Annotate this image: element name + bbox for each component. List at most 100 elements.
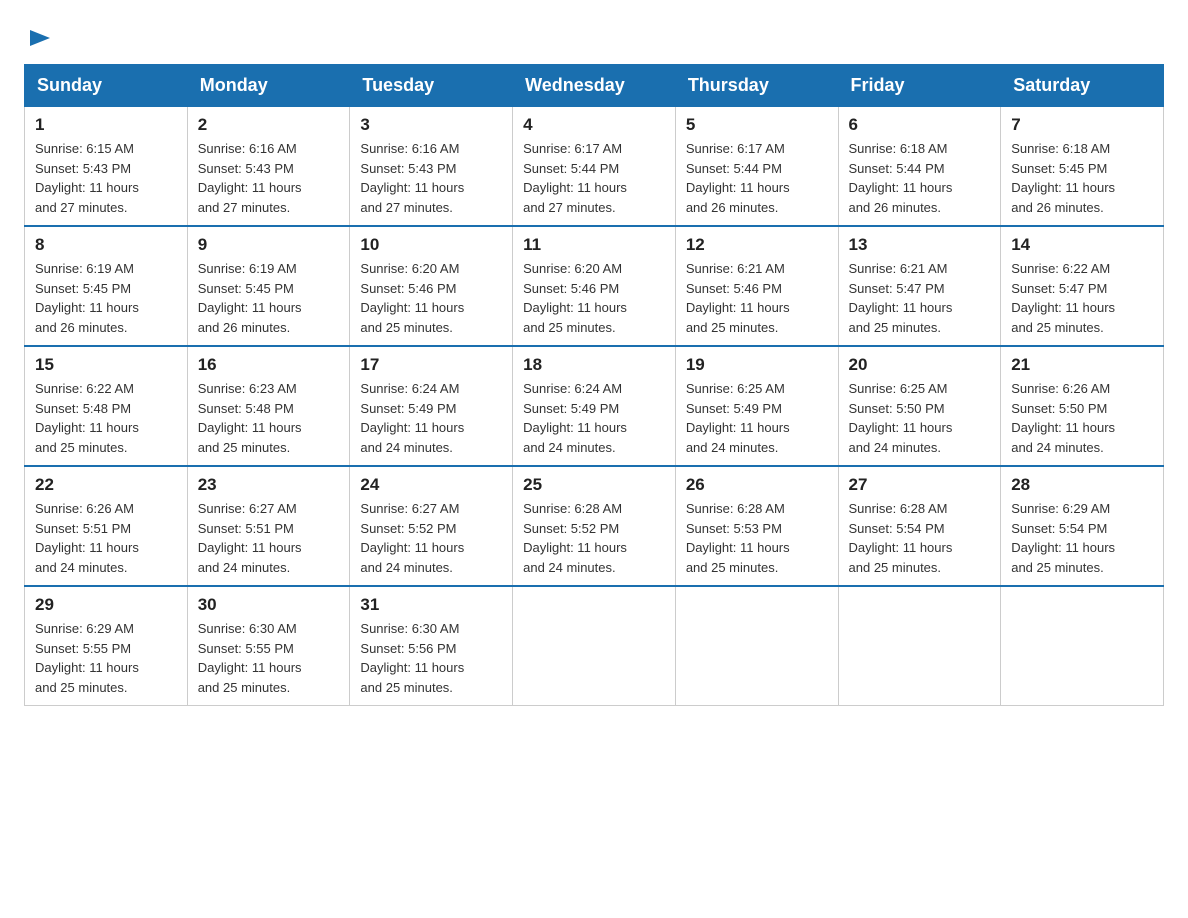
day-number: 9 xyxy=(198,235,340,255)
day-number: 22 xyxy=(35,475,177,495)
day-number: 4 xyxy=(523,115,665,135)
logo xyxy=(24,24,54,46)
day-cell: 14Sunrise: 6:22 AMSunset: 5:47 PMDayligh… xyxy=(1001,226,1164,346)
week-row-5: 29 Sunrise: 6:29 AMSunset: 5:55 PMDayligh… xyxy=(25,586,1164,706)
day-info: Sunrise: 6:30 AMSunset: 5:55 PMDaylight:… xyxy=(198,619,340,697)
day-number: 7 xyxy=(1011,115,1153,135)
logo-triangle-icon xyxy=(26,24,54,52)
week-row-1: 1Sunrise: 6:15 AMSunset: 5:43 PMDaylight… xyxy=(25,107,1164,227)
day-cell: 27 Sunrise: 6:28 AMSunset: 5:54 PMDayligh… xyxy=(838,466,1001,586)
day-info: Sunrise: 6:18 AMSunset: 5:44 PMDaylight:… xyxy=(849,139,991,217)
day-info: Sunrise: 6:26 AMSunset: 5:50 PMDaylight:… xyxy=(1011,379,1153,457)
day-info: Sunrise: 6:29 AMSunset: 5:54 PMDaylight:… xyxy=(1011,499,1153,577)
day-cell: 6Sunrise: 6:18 AMSunset: 5:44 PMDaylight… xyxy=(838,107,1001,227)
day-number: 29 xyxy=(35,595,177,615)
header-cell-thursday: Thursday xyxy=(675,65,838,107)
header-row: SundayMondayTuesdayWednesdayThursdayFrid… xyxy=(25,65,1164,107)
day-cell xyxy=(838,586,1001,706)
day-number: 27 xyxy=(849,475,991,495)
day-info: Sunrise: 6:17 AMSunset: 5:44 PMDaylight:… xyxy=(523,139,665,217)
day-cell: 26 Sunrise: 6:28 AMSunset: 5:53 PMDayligh… xyxy=(675,466,838,586)
day-info: Sunrise: 6:28 AMSunset: 5:53 PMDaylight:… xyxy=(686,499,828,577)
page-header xyxy=(24,24,1164,46)
day-info: Sunrise: 6:21 AMSunset: 5:47 PMDaylight:… xyxy=(849,259,991,337)
header-cell-tuesday: Tuesday xyxy=(350,65,513,107)
day-number: 1 xyxy=(35,115,177,135)
header-cell-saturday: Saturday xyxy=(1001,65,1164,107)
day-cell: 12 Sunrise: 6:21 AMSunset: 5:46 PMDayligh… xyxy=(675,226,838,346)
day-number: 20 xyxy=(849,355,991,375)
header-cell-monday: Monday xyxy=(187,65,350,107)
day-cell: 7Sunrise: 6:18 AMSunset: 5:45 PMDaylight… xyxy=(1001,107,1164,227)
day-info: Sunrise: 6:20 AMSunset: 5:46 PMDaylight:… xyxy=(360,259,502,337)
header-cell-wednesday: Wednesday xyxy=(513,65,676,107)
day-info: Sunrise: 6:22 AMSunset: 5:48 PMDaylight:… xyxy=(35,379,177,457)
day-cell: 13 Sunrise: 6:21 AMSunset: 5:47 PMDayligh… xyxy=(838,226,1001,346)
day-cell: 15 Sunrise: 6:22 AMSunset: 5:48 PMDayligh… xyxy=(25,346,188,466)
day-number: 30 xyxy=(198,595,340,615)
day-info: Sunrise: 6:19 AMSunset: 5:45 PMDaylight:… xyxy=(198,259,340,337)
day-number: 5 xyxy=(686,115,828,135)
day-cell: 9 Sunrise: 6:19 AMSunset: 5:45 PMDaylight… xyxy=(187,226,350,346)
day-number: 12 xyxy=(686,235,828,255)
day-number: 28 xyxy=(1011,475,1153,495)
day-number: 11 xyxy=(523,235,665,255)
calendar-body: 1Sunrise: 6:15 AMSunset: 5:43 PMDaylight… xyxy=(25,107,1164,706)
day-info: Sunrise: 6:27 AMSunset: 5:52 PMDaylight:… xyxy=(360,499,502,577)
day-cell: 22 Sunrise: 6:26 AMSunset: 5:51 PMDayligh… xyxy=(25,466,188,586)
day-info: Sunrise: 6:23 AMSunset: 5:48 PMDaylight:… xyxy=(198,379,340,457)
day-number: 8 xyxy=(35,235,177,255)
day-cell xyxy=(675,586,838,706)
day-cell: 10 Sunrise: 6:20 AMSunset: 5:46 PMDayligh… xyxy=(350,226,513,346)
calendar-header: SundayMondayTuesdayWednesdayThursdayFrid… xyxy=(25,65,1164,107)
day-number: 13 xyxy=(849,235,991,255)
day-cell: 3 Sunrise: 6:16 AMSunset: 5:43 PMDaylight… xyxy=(350,107,513,227)
day-info: Sunrise: 6:29 AMSunset: 5:55 PMDaylight:… xyxy=(35,619,177,697)
day-cell: 29 Sunrise: 6:29 AMSunset: 5:55 PMDayligh… xyxy=(25,586,188,706)
day-info: Sunrise: 6:16 AMSunset: 5:43 PMDaylight:… xyxy=(198,139,340,217)
header-cell-friday: Friday xyxy=(838,65,1001,107)
day-number: 23 xyxy=(198,475,340,495)
day-cell: 30 Sunrise: 6:30 AMSunset: 5:55 PMDayligh… xyxy=(187,586,350,706)
day-info: Sunrise: 6:17 AMSunset: 5:44 PMDaylight:… xyxy=(686,139,828,217)
day-cell: 28 Sunrise: 6:29 AMSunset: 5:54 PMDayligh… xyxy=(1001,466,1164,586)
day-cell: 23Sunrise: 6:27 AMSunset: 5:51 PMDayligh… xyxy=(187,466,350,586)
day-number: 3 xyxy=(360,115,502,135)
day-number: 2 xyxy=(198,115,340,135)
week-row-3: 15 Sunrise: 6:22 AMSunset: 5:48 PMDayligh… xyxy=(25,346,1164,466)
header-cell-sunday: Sunday xyxy=(25,65,188,107)
day-cell: 21 Sunrise: 6:26 AMSunset: 5:50 PMDayligh… xyxy=(1001,346,1164,466)
day-cell: 16 Sunrise: 6:23 AMSunset: 5:48 PMDayligh… xyxy=(187,346,350,466)
day-info: Sunrise: 6:28 AMSunset: 5:54 PMDaylight:… xyxy=(849,499,991,577)
day-cell: 1Sunrise: 6:15 AMSunset: 5:43 PMDaylight… xyxy=(25,107,188,227)
day-cell: 20Sunrise: 6:25 AMSunset: 5:50 PMDayligh… xyxy=(838,346,1001,466)
day-cell: 4 Sunrise: 6:17 AMSunset: 5:44 PMDaylight… xyxy=(513,107,676,227)
day-info: Sunrise: 6:24 AMSunset: 5:49 PMDaylight:… xyxy=(523,379,665,457)
day-info: Sunrise: 6:21 AMSunset: 5:46 PMDaylight:… xyxy=(686,259,828,337)
day-cell: 2 Sunrise: 6:16 AMSunset: 5:43 PMDaylight… xyxy=(187,107,350,227)
day-info: Sunrise: 6:19 AMSunset: 5:45 PMDaylight:… xyxy=(35,259,177,337)
week-row-2: 8 Sunrise: 6:19 AMSunset: 5:45 PMDaylight… xyxy=(25,226,1164,346)
day-cell: 19 Sunrise: 6:25 AMSunset: 5:49 PMDayligh… xyxy=(675,346,838,466)
day-cell: 25 Sunrise: 6:28 AMSunset: 5:52 PMDayligh… xyxy=(513,466,676,586)
day-number: 26 xyxy=(686,475,828,495)
day-number: 25 xyxy=(523,475,665,495)
day-number: 21 xyxy=(1011,355,1153,375)
day-cell: 24 Sunrise: 6:27 AMSunset: 5:52 PMDayligh… xyxy=(350,466,513,586)
day-info: Sunrise: 6:22 AMSunset: 5:47 PMDaylight:… xyxy=(1011,259,1153,337)
day-number: 15 xyxy=(35,355,177,375)
day-info: Sunrise: 6:20 AMSunset: 5:46 PMDaylight:… xyxy=(523,259,665,337)
day-number: 16 xyxy=(198,355,340,375)
day-info: Sunrise: 6:30 AMSunset: 5:56 PMDaylight:… xyxy=(360,619,502,697)
day-info: Sunrise: 6:25 AMSunset: 5:49 PMDaylight:… xyxy=(686,379,828,457)
day-info: Sunrise: 6:16 AMSunset: 5:43 PMDaylight:… xyxy=(360,139,502,217)
day-info: Sunrise: 6:28 AMSunset: 5:52 PMDaylight:… xyxy=(523,499,665,577)
week-row-4: 22 Sunrise: 6:26 AMSunset: 5:51 PMDayligh… xyxy=(25,466,1164,586)
day-number: 19 xyxy=(686,355,828,375)
day-cell: 31Sunrise: 6:30 AMSunset: 5:56 PMDayligh… xyxy=(350,586,513,706)
day-number: 10 xyxy=(360,235,502,255)
day-cell xyxy=(513,586,676,706)
day-info: Sunrise: 6:26 AMSunset: 5:51 PMDaylight:… xyxy=(35,499,177,577)
day-cell: 5 Sunrise: 6:17 AMSunset: 5:44 PMDaylight… xyxy=(675,107,838,227)
day-number: 24 xyxy=(360,475,502,495)
